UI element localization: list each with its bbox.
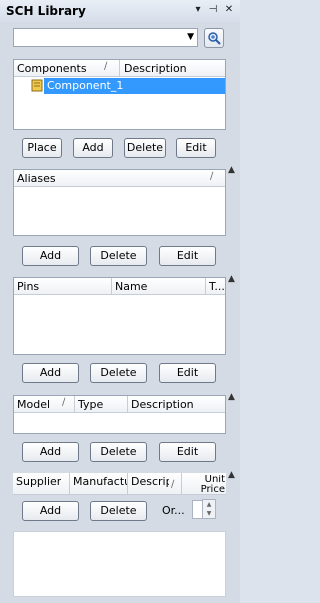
pins-list[interactable]: Pins Name T... — [13, 277, 226, 355]
component-icon — [31, 79, 43, 92]
models-header: Model ∕ Type Description — [14, 396, 225, 413]
close-icon[interactable]: ✕ — [223, 4, 235, 16]
add-pin-button[interactable]: Add — [22, 363, 79, 383]
col-separator[interactable] — [74, 396, 75, 412]
edit-component-button[interactable]: Edit — [176, 138, 216, 158]
supplier-description-col[interactable]: Descrip — [131, 475, 169, 488]
arrow-down-icon[interactable]: ▼ — [207, 510, 212, 517]
collapse-models-icon[interactable]: ▲ — [228, 392, 238, 402]
pin-icon[interactable]: ⊣ — [207, 4, 219, 16]
supplier-list[interactable] — [13, 531, 226, 597]
delete-supplier-button[interactable]: Delete — [90, 501, 147, 521]
col-separator[interactable] — [69, 473, 70, 494]
type-col[interactable]: T... — [209, 280, 226, 293]
aliases-list[interactable]: Aliases ∕ — [13, 169, 226, 236]
sort-icon: ∕ — [210, 171, 214, 182]
collapse-pins-icon[interactable]: ▲ — [228, 274, 238, 284]
pins-header: Pins Name T... — [14, 278, 225, 295]
dropdown-icon[interactable]: ▾ — [192, 4, 204, 16]
supplier-header: Supplier Manufactu Descrip ∕ Unit Price — [13, 473, 226, 495]
delete-alias-button[interactable]: Delete — [90, 246, 147, 266]
order-label: Or... — [162, 504, 185, 517]
edit-pin-button[interactable]: Edit — [159, 363, 216, 383]
col-separator[interactable] — [127, 473, 128, 494]
order-quantity-stepper[interactable]: ▲ ▼ — [202, 499, 216, 519]
panel-title: SCH Library — [6, 4, 86, 18]
name-col[interactable]: Name — [115, 280, 147, 293]
col-separator[interactable] — [119, 60, 120, 76]
col-separator[interactable] — [111, 278, 112, 294]
add-alias-button[interactable]: Add — [22, 246, 79, 266]
manufacturer-col[interactable]: Manufactu — [73, 475, 127, 488]
magnifier-icon — [208, 32, 221, 45]
aliases-col[interactable]: Aliases — [17, 172, 56, 185]
add-supplier-button[interactable]: Add — [22, 501, 79, 521]
filter-combo[interactable]: ▼ — [13, 28, 198, 47]
arrow-up-icon[interactable]: ▲ — [207, 501, 212, 508]
col-separator[interactable] — [127, 396, 128, 412]
edit-model-button[interactable]: Edit — [159, 442, 216, 462]
models-list[interactable]: Model ∕ Type Description — [13, 395, 226, 434]
sort-icon: ∕ — [171, 479, 175, 490]
sort-icon: ∕ — [104, 61, 108, 72]
collapse-supplier-icon[interactable]: ▲ — [228, 470, 238, 480]
search-button[interactable] — [204, 28, 224, 48]
collapse-aliases-icon[interactable]: ▲ — [228, 165, 238, 175]
model-description-col[interactable]: Description — [131, 398, 194, 411]
model-col[interactable]: Model — [17, 398, 50, 411]
add-component-button[interactable]: Add — [73, 138, 113, 158]
components-list[interactable]: Components ∕ Description — [13, 59, 226, 130]
supplier-col[interactable]: Supplier — [16, 475, 61, 488]
col-separator[interactable] — [181, 473, 182, 494]
edit-alias-button[interactable]: Edit — [159, 246, 216, 266]
components-col[interactable]: Components — [17, 62, 87, 75]
place-button[interactable]: Place — [22, 138, 62, 158]
type-col[interactable]: Type — [78, 398, 103, 411]
description-col[interactable]: Description — [124, 62, 187, 75]
components-header: Components ∕ Description — [14, 60, 225, 77]
aliases-header: Aliases ∕ — [14, 170, 225, 187]
chevron-down-icon[interactable]: ▼ — [187, 32, 194, 42]
col-separator[interactable] — [205, 278, 206, 294]
component-row[interactable]: Component_1 — [44, 78, 225, 94]
delete-model-button[interactable]: Delete — [90, 442, 147, 462]
sort-icon: ∕ — [62, 397, 66, 408]
delete-component-button[interactable]: Delete — [124, 138, 166, 158]
delete-pin-button[interactable]: Delete — [90, 363, 147, 383]
pins-col[interactable]: Pins — [17, 280, 39, 293]
add-model-button[interactable]: Add — [22, 442, 79, 462]
unit-price-col[interactable]: Unit Price — [194, 475, 225, 494]
